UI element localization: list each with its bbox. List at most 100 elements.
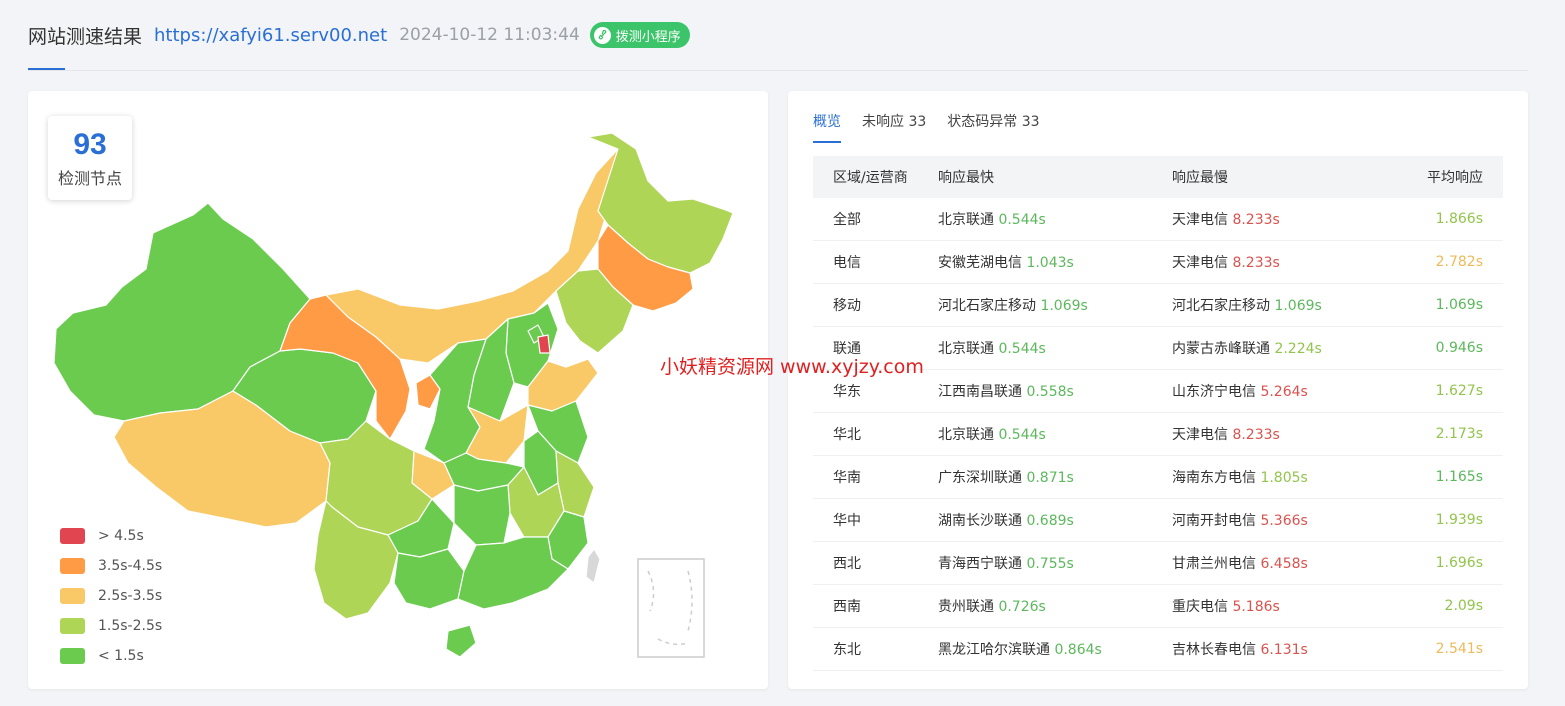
tab-status-error[interactable]: 状态码异常 33: [947, 111, 1039, 141]
slowest-cell: 山东济宁电信 5.264s: [1171, 369, 1383, 413]
fastest-cell: 河北石家庄移动 1.069s: [937, 283, 1171, 327]
legend-label: 2.5s-3.5s: [98, 588, 163, 604]
slowest-node: 吉林长春电信: [1172, 642, 1256, 658]
result-tabs: 概览 未响应 33 状态码异常 33: [813, 111, 1061, 143]
region-cell: 全部: [813, 198, 937, 241]
average-cell: 1.627s: [1383, 369, 1503, 413]
average-cell: 1.866s: [1383, 198, 1503, 241]
legend-item[interactable]: 2.5s-3.5s: [60, 581, 162, 611]
table-row: 东北 黑龙江哈尔滨联通 0.864s 吉林长春电信 6.131s 2.541s: [813, 627, 1503, 671]
region-tianjin: [537, 334, 551, 354]
fastest-cell: 安徽芜湖电信 1.043s: [937, 240, 1171, 284]
legend-item[interactable]: < 1.5s: [60, 641, 162, 671]
legend-item[interactable]: > 4.5s: [60, 521, 162, 551]
fastest-time: 0.544s: [998, 212, 1046, 228]
slowest-cell: 海南东方电信 1.805s: [1171, 455, 1383, 499]
watermark: 小妖精资源网 www.xyjzy.com: [660, 356, 924, 378]
slowest-node: 天津电信: [1172, 255, 1228, 271]
fastest-time: 1.069s: [1040, 298, 1088, 314]
slowest-cell: 天津电信 8.233s: [1171, 198, 1383, 241]
table-row: 西北 青海西宁联通 0.755s 甘肃兰州电信 6.458s 1.696s: [813, 541, 1503, 585]
slowest-cell: 吉林长春电信 6.131s: [1171, 627, 1383, 671]
column-header-fastest: 响应最快: [937, 156, 1171, 198]
region-cell: 电信: [813, 240, 937, 284]
slowest-time: 1.069s: [1274, 298, 1322, 314]
results-table: 区域/运营商 响应最快 响应最慢 平均响应 全部 北京联通 0.544s 天津电信 …: [813, 156, 1503, 671]
average-cell: 1.165s: [1383, 455, 1503, 499]
map-card: 93 检测节点 > 4.5s 3.5s-4.5s 2.5s-3.5s 1.5s-…: [28, 91, 768, 689]
slowest-node: 内蒙古赤峰联通: [1172, 341, 1270, 357]
slowest-node: 甘肃兰州电信: [1172, 556, 1256, 572]
slowest-time: 8.233s: [1232, 255, 1280, 271]
slowest-node: 天津电信: [1172, 427, 1228, 443]
fastest-node: 北京联通: [938, 341, 994, 357]
table-row: 电信 安徽芜湖电信 1.043s 天津电信 8.233s 2.782s: [813, 240, 1503, 284]
slowest-node: 天津电信: [1172, 212, 1228, 228]
legend-swatch: [60, 648, 85, 664]
fastest-cell: 贵州联通 0.726s: [937, 584, 1171, 628]
fastest-time: 0.689s: [1026, 513, 1074, 529]
fastest-time: 0.544s: [998, 341, 1046, 357]
fastest-cell: 湖南长沙联通 0.689s: [937, 498, 1171, 542]
slowest-cell: 天津电信 8.233s: [1171, 240, 1383, 284]
slowest-time: 8.233s: [1232, 427, 1280, 443]
legend-label: < 1.5s: [98, 648, 144, 664]
slowest-time: 5.366s: [1260, 513, 1308, 529]
map-legend: > 4.5s 3.5s-4.5s 2.5s-3.5s 1.5s-2.5s < 1…: [60, 521, 162, 671]
slowest-node: 山东济宁电信: [1172, 384, 1256, 400]
tested-url-link[interactable]: https://xafyi61.serv00.net: [154, 25, 387, 46]
fastest-node: 河北石家庄移动: [938, 298, 1036, 314]
column-header-slowest: 响应最慢: [1171, 156, 1383, 198]
fastest-cell: 北京联通 0.544s: [937, 326, 1171, 370]
tab-no-response[interactable]: 未响应 33: [862, 111, 926, 141]
tab-overview[interactable]: 概览: [813, 111, 841, 143]
fastest-cell: 广东深圳联通 0.871s: [937, 455, 1171, 499]
slowest-time: 5.264s: [1260, 384, 1308, 400]
region-cell: 东北: [813, 627, 937, 671]
column-header-region: 区域/运营商: [813, 156, 937, 198]
legend-label: 1.5s-2.5s: [98, 618, 163, 634]
fastest-node: 安徽芜湖电信: [938, 255, 1022, 271]
link-icon: [593, 26, 611, 44]
region-cell: 移动: [813, 283, 937, 327]
table-row: 华南 广东深圳联通 0.871s 海南东方电信 1.805s 1.165s: [813, 455, 1503, 499]
table-row: 全部 北京联通 0.544s 天津电信 8.233s 1.866s: [813, 198, 1503, 241]
slowest-cell: 天津电信 8.233s: [1171, 412, 1383, 456]
fastest-cell: 北京联通 0.544s: [937, 198, 1171, 241]
legend-item[interactable]: 3.5s-4.5s: [60, 551, 162, 581]
legend-label: > 4.5s: [98, 528, 144, 544]
slowest-cell: 内蒙古赤峰联通 2.224s: [1171, 326, 1383, 370]
fastest-time: 0.864s: [1054, 642, 1102, 658]
legend-item[interactable]: 1.5s-2.5s: [60, 611, 162, 641]
mini-program-button[interactable]: 拨测小程序: [589, 22, 690, 48]
average-cell: 2.173s: [1383, 412, 1503, 456]
node-count: 93: [73, 128, 107, 161]
fastest-cell: 江西南昌联通 0.558s: [937, 369, 1171, 413]
fastest-time: 0.558s: [1026, 384, 1074, 400]
slowest-node: 海南东方电信: [1172, 470, 1256, 486]
fastest-node: 北京联通: [938, 427, 994, 443]
slowest-time: 5.186s: [1232, 599, 1280, 615]
table-row: 华北 北京联通 0.544s 天津电信 8.233s 2.173s: [813, 412, 1503, 456]
fastest-time: 0.544s: [998, 427, 1046, 443]
slowest-node: 重庆电信: [1172, 599, 1228, 615]
average-cell: 2.541s: [1383, 627, 1503, 671]
slowest-cell: 甘肃兰州电信 6.458s: [1171, 541, 1383, 585]
average-cell: 0.946s: [1383, 326, 1503, 370]
fastest-node: 江西南昌联通: [938, 384, 1022, 400]
slowest-node: 河北石家庄移动: [1172, 298, 1270, 314]
slowest-time: 6.458s: [1260, 556, 1308, 572]
region-guangxi: [393, 548, 465, 610]
column-header-average: 平均响应: [1383, 156, 1503, 198]
table-row: 移动 河北石家庄移动 1.069s 河北石家庄移动 1.069s 1.069s: [813, 283, 1503, 327]
slowest-time: 1.805s: [1260, 470, 1308, 486]
page-header: 网站测速结果 https://xafyi61.serv00.net 2024-1…: [28, 18, 690, 52]
node-count-label: 检测节点: [57, 169, 122, 188]
mini-program-label: 拨测小程序: [615, 29, 681, 45]
average-cell: 1.696s: [1383, 541, 1503, 585]
legend-swatch: [60, 528, 85, 544]
region-cell: 华南: [813, 455, 937, 499]
slowest-time: 2.224s: [1274, 341, 1322, 357]
legend-label: 3.5s-4.5s: [98, 558, 163, 574]
average-cell: 1.939s: [1383, 498, 1503, 542]
